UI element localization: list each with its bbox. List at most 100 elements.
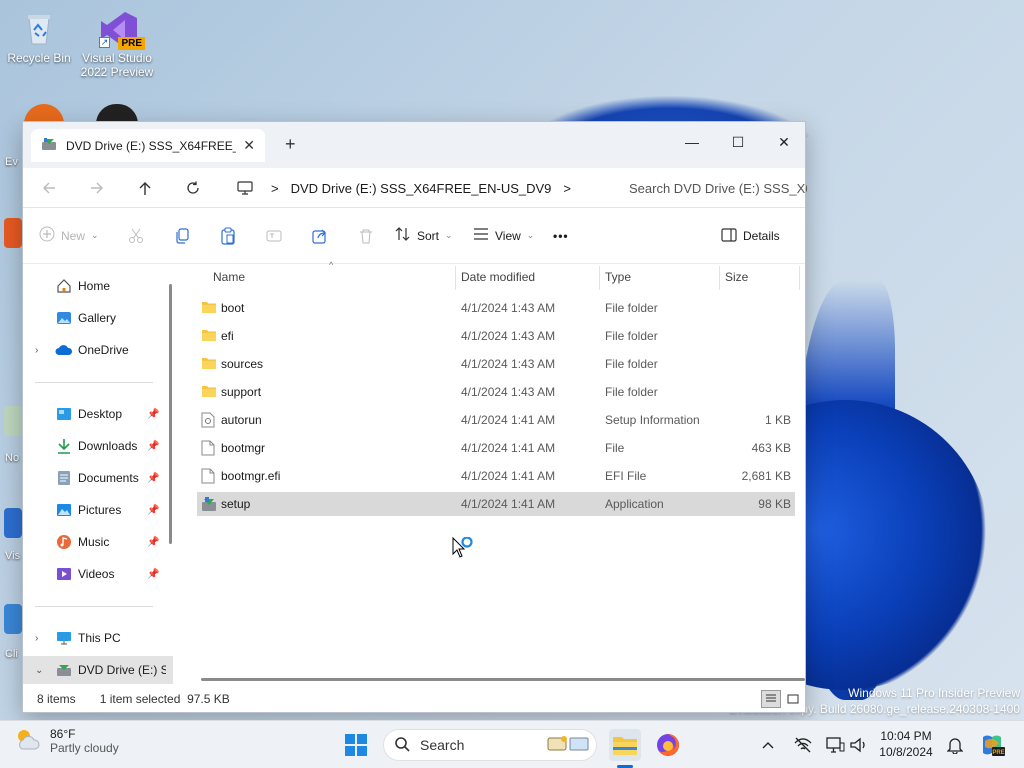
copy-icon[interactable] xyxy=(159,220,205,252)
table-row-selected[interactable]: setup 4/1/2024 1:41 AM Application 98 KB xyxy=(197,492,795,516)
table-row[interactable]: support 4/1/2024 1:43 AM File folder xyxy=(197,380,795,404)
new-button[interactable]: New ⌄ xyxy=(39,220,113,252)
weather-widget[interactable]: 86°F Partly cloudy xyxy=(14,727,119,755)
pictures-icon xyxy=(55,502,73,518)
tiles-view-icon[interactable] xyxy=(783,690,803,708)
notification-bell-icon[interactable] xyxy=(942,729,968,761)
search-icon xyxy=(394,736,410,755)
item-count: 8 items xyxy=(37,692,76,706)
back-arrow-icon[interactable] xyxy=(35,176,63,200)
partial-app-icon[interactable] xyxy=(4,508,22,538)
folder-icon xyxy=(201,384,217,398)
up-arrow-icon[interactable] xyxy=(131,176,159,200)
delete-icon[interactable] xyxy=(343,220,389,252)
chevron-down-icon: ⌄ xyxy=(445,230,453,240)
sort-button[interactable]: Sort ⌄ xyxy=(395,220,473,252)
column-divider[interactable] xyxy=(455,266,456,290)
table-row[interactable]: sources 4/1/2024 1:43 AM File folder xyxy=(197,352,795,376)
search-input[interactable]: Search DVD Drive (E:) SSS_X64FREE_EN-US_… xyxy=(615,174,807,202)
sidebar-item-downloads[interactable]: Downloads 📌 xyxy=(23,432,173,460)
close-button[interactable]: ✕ xyxy=(761,128,807,156)
pin-icon[interactable]: 📌 xyxy=(147,537,159,548)
column-divider[interactable] xyxy=(799,266,800,290)
tab-close-icon[interactable]: ✕ xyxy=(243,137,255,154)
new-tab-button[interactable]: + xyxy=(285,134,296,155)
address-bar: > DVD Drive (E:) SSS_X64FREE_EN-US_DV9 >… xyxy=(23,168,807,208)
pin-icon[interactable]: 📌 xyxy=(147,409,159,420)
breadcrumb-separator-icon[interactable]: > xyxy=(271,181,279,196)
this-pc-icon[interactable] xyxy=(231,176,259,200)
sidebar-item-pictures[interactable]: Pictures 📌 xyxy=(23,496,173,524)
sidebar-item-videos[interactable]: Videos 📌 xyxy=(23,560,173,588)
details-view-icon[interactable] xyxy=(761,690,781,708)
pin-icon[interactable]: 📌 xyxy=(147,473,159,484)
start-button[interactable] xyxy=(340,729,372,761)
tab-dvd-drive[interactable]: DVD Drive (E:) SSS_X64FREE_E ✕ xyxy=(31,129,265,162)
file-size: 98 KB xyxy=(758,497,791,511)
taskbar: 86°F Partly cloudy Search 10:04 PM 10/8/… xyxy=(0,720,1024,768)
table-row[interactable]: efi 4/1/2024 1:43 AM File folder xyxy=(197,324,795,348)
table-row[interactable]: bootmgr 4/1/2024 1:41 AM File 463 KB xyxy=(197,436,795,460)
desktop-icon-visual-studio[interactable]: PRE ↗ Visual Studio 2022 Preview xyxy=(79,8,155,79)
file-date: 4/1/2024 1:43 AM xyxy=(461,385,556,399)
partial-desktop-label: Vis xyxy=(5,550,21,562)
sidebar-item-home[interactable]: Home xyxy=(23,272,173,300)
paste-icon[interactable] xyxy=(205,220,251,252)
sidebar-item-music[interactable]: Music 📌 xyxy=(23,528,173,556)
chevron-right-icon[interactable]: › xyxy=(35,633,38,644)
sidebar-scrollbar[interactable] xyxy=(169,284,172,544)
column-header-name[interactable]: Name xyxy=(213,264,245,290)
chevron-down-icon[interactable]: ⌄ xyxy=(35,665,43,676)
file-date: 4/1/2024 1:43 AM xyxy=(461,301,556,315)
pin-icon[interactable]: 📌 xyxy=(147,505,159,516)
table-row[interactable]: boot 4/1/2024 1:43 AM File folder xyxy=(197,296,795,320)
weather-temperature: 86°F xyxy=(50,727,76,741)
download-icon xyxy=(55,438,73,454)
desktop-icon-recycle-bin[interactable]: Recycle Bin xyxy=(1,8,77,65)
copilot-icon[interactable]: PRE xyxy=(976,729,1008,761)
cut-icon[interactable] xyxy=(113,220,159,252)
column-divider[interactable] xyxy=(599,266,600,290)
breadcrumb-chevron-icon[interactable]: > xyxy=(563,181,571,196)
table-row[interactable]: autorun 4/1/2024 1:41 AM Setup Informati… xyxy=(197,408,795,432)
pin-icon[interactable]: 📌 xyxy=(147,569,159,580)
breadcrumb-current[interactable]: DVD Drive (E:) SSS_X64FREE_EN-US_DV9 xyxy=(291,181,552,196)
refresh-icon[interactable] xyxy=(179,176,207,200)
file-date: 4/1/2024 1:41 AM xyxy=(461,413,556,427)
column-header-type[interactable]: Type xyxy=(605,264,631,290)
taskbar-search[interactable]: Search xyxy=(383,729,597,761)
partial-app-icon[interactable] xyxy=(4,218,22,248)
minimize-button[interactable]: — xyxy=(669,128,715,156)
partial-app-icon[interactable] xyxy=(4,406,22,436)
chevron-up-icon[interactable] xyxy=(756,729,780,761)
network-disconnected-icon[interactable] xyxy=(790,729,816,761)
column-header-date[interactable]: Date modified xyxy=(461,264,535,290)
column-divider[interactable] xyxy=(719,266,720,290)
sidebar-item-dvd-drive[interactable]: ⌄ DVD Drive (E:) SS xyxy=(23,656,173,684)
sidebar-item-gallery[interactable]: Gallery xyxy=(23,304,173,332)
details-button[interactable]: Details xyxy=(721,220,780,252)
sidebar-item-documents[interactable]: Documents 📌 xyxy=(23,464,173,492)
horizontal-scrollbar[interactable] xyxy=(201,678,805,681)
column-header-size[interactable]: Size xyxy=(725,264,748,290)
file-name: support xyxy=(221,385,262,399)
sidebar-item-desktop[interactable]: Desktop 📌 xyxy=(23,400,173,428)
system-clock[interactable]: 10:04 PM 10/8/2024 xyxy=(872,728,940,760)
sidebar-item-onedrive[interactable]: › OneDrive xyxy=(23,336,173,364)
sort-ascending-icon: ^ xyxy=(329,260,334,270)
firefox-icon[interactable] xyxy=(652,729,684,761)
display-icon[interactable] xyxy=(822,729,848,761)
maximize-button[interactable]: ☐ xyxy=(715,128,761,156)
forward-arrow-icon[interactable] xyxy=(83,176,111,200)
volume-icon[interactable] xyxy=(846,729,872,761)
pin-icon[interactable]: 📌 xyxy=(147,441,159,452)
table-row[interactable]: bootmgr.efi 4/1/2024 1:41 AM EFI File 2,… xyxy=(197,464,795,488)
chevron-right-icon[interactable]: › xyxy=(35,345,38,356)
sidebar-item-this-pc[interactable]: › This PC xyxy=(23,624,173,652)
view-button[interactable]: View ⌄ xyxy=(473,220,553,252)
more-options-button[interactable]: ••• xyxy=(553,220,593,252)
partial-app-icon[interactable] xyxy=(4,604,22,634)
taskbar-file-explorer[interactable] xyxy=(609,729,641,761)
share-icon[interactable] xyxy=(297,220,343,252)
rename-icon[interactable] xyxy=(251,220,297,252)
